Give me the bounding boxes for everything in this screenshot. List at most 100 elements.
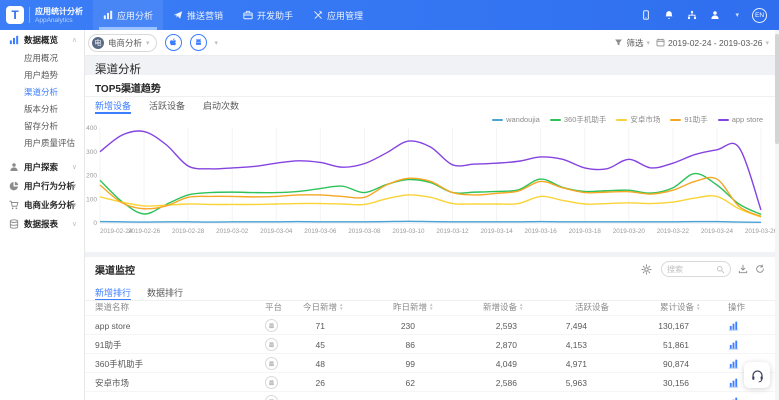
sidebar-item-用户趋势[interactable]: 用户趋势: [0, 66, 84, 83]
language-badge[interactable]: EN: [752, 8, 767, 23]
view-chart-button[interactable]: [728, 358, 739, 369]
cell-new_devices: 2,586: [437, 373, 517, 392]
top-nav-item[interactable]: 开发助手: [233, 0, 303, 30]
view-chart-button[interactable]: [728, 320, 739, 331]
sidebar-item-应用概况[interactable]: 应用概况: [0, 49, 84, 66]
sort-icon[interactable]: ▲▼: [519, 303, 523, 311]
app-selector-label: 电商分析: [108, 37, 142, 49]
trend-line-chart: 2019-02-242019-02-262019-02-282019-03-02…: [85, 115, 775, 250]
sidebar-group-电商业务分析[interactable]: 电商业务分析∨: [0, 195, 84, 214]
main-area: 电 电商分析 ▾ ▾ 筛选 ▾ 2019-02-24 - 2019-03-26 …: [85, 30, 779, 400]
support-headset-button[interactable]: [744, 362, 770, 388]
ios-filter-button[interactable]: [165, 34, 182, 51]
trend-tabs: 新增设备 活跃设备 启动次数: [95, 97, 239, 113]
top-nav-item[interactable]: 推送营销: [163, 0, 233, 30]
table-body: app store712302,5937,494130,16791助手45862…: [85, 315, 775, 400]
cell-active_devices: [507, 392, 587, 400]
sidebar-item-留存分析[interactable]: 留存分析: [0, 117, 84, 134]
sidebar-item-用户质量评估[interactable]: 用户质量评估: [0, 134, 84, 151]
sidebar-group-数据报表[interactable]: 数据报表∨: [0, 214, 84, 233]
pie-icon: [9, 181, 19, 191]
android-filter-button[interactable]: [190, 34, 207, 51]
sidebar-group-label: 电商业务分析: [24, 199, 75, 211]
monitor-card: 渠道监控 新增排行数据排行 渠道名称平台今日新增▲▼昨日新增▲▼新增设备▲▼活跃…: [85, 257, 775, 400]
user-icon: [9, 162, 19, 172]
chevron-down-icon: ▾: [735, 11, 739, 19]
sidebar-group-label: 用户探索: [24, 161, 58, 173]
tools-icon: [313, 10, 323, 20]
cell-name: 360手机助手: [95, 354, 245, 373]
sort-icon[interactable]: ▲▼: [696, 303, 700, 311]
sort-icon[interactable]: ▲▼: [429, 303, 433, 311]
table-row: [85, 391, 775, 400]
chevron-down-icon: ▾: [646, 39, 650, 47]
action-cell: [721, 392, 745, 400]
column-header-累计设备[interactable]: 累计设备▲▼: [660, 301, 700, 313]
svg-text:2019-03-06: 2019-03-06: [304, 228, 337, 235]
svg-text:2019-03-20: 2019-03-20: [613, 228, 646, 235]
refresh-icon[interactable]: [755, 264, 765, 274]
svg-text:200: 200: [86, 173, 97, 180]
action-cell: [721, 354, 745, 373]
apple-icon: [169, 38, 178, 47]
brand: T 应用统计分析 AppAnalytics: [0, 0, 85, 30]
sidebar-group-用户探索[interactable]: 用户探索 ∨: [0, 157, 84, 176]
chevron-down-icon: ∨: [72, 163, 77, 171]
svg-text:0: 0: [93, 220, 97, 227]
sidebar-item-渠道分析[interactable]: 渠道分析: [0, 83, 84, 100]
svg-text:400: 400: [86, 125, 97, 132]
view-chart-button[interactable]: [728, 396, 739, 400]
top-nav-label: 开发助手: [257, 9, 293, 22]
page-scrollbar[interactable]: [775, 30, 779, 400]
sort-icon[interactable]: ▲▼: [339, 303, 343, 311]
scrollbar-thumb[interactable]: [775, 34, 779, 144]
date-range-value: 2019-02-24 - 2019-03-26: [668, 38, 763, 48]
search-icon[interactable]: [716, 265, 725, 274]
chevron-down-icon[interactable]: ▾: [215, 39, 219, 47]
monitor-tabs: 新增排行数据排行: [95, 284, 183, 300]
cell-total_devices: 90,874: [605, 354, 689, 373]
sitemap-icon[interactable]: [687, 10, 697, 20]
cart-icon: [9, 200, 19, 210]
view-chart-button[interactable]: [728, 377, 739, 388]
sidebar-group-数据概览[interactable]: 数据概览∧: [0, 30, 84, 49]
column-header-昨日新增[interactable]: 昨日新增▲▼: [393, 301, 433, 313]
trend-tab-活跃设备[interactable]: 活跃设备: [149, 97, 185, 113]
cell-today: 71: [245, 316, 325, 335]
trend-tab-新增设备[interactable]: 新增设备: [95, 97, 131, 113]
filter-dropdown[interactable]: 筛选 ▾: [614, 37, 650, 49]
monitor-card-title: 渠道监控: [95, 262, 135, 277]
app-selector[interactable]: 电 电商分析 ▾: [88, 34, 157, 52]
product-logo: T: [6, 6, 24, 24]
top-nav-item[interactable]: 应用管理: [303, 0, 373, 30]
sidebar-group-用户行为分析[interactable]: 用户行为分析∨: [0, 176, 84, 195]
column-header-今日新增[interactable]: 今日新增▲▼: [303, 301, 343, 313]
user-icon[interactable]: [710, 10, 720, 20]
cell-yesterday: 99: [335, 354, 415, 373]
svg-text:2019-03-18: 2019-03-18: [569, 228, 602, 235]
bell-icon[interactable]: [664, 10, 674, 20]
cell-active_devices: 7,494: [507, 316, 587, 335]
cell-today: 48: [245, 354, 325, 373]
search-input[interactable]: [667, 265, 713, 274]
sidebar-item-版本分析[interactable]: 版本分析: [0, 100, 84, 117]
cell-new_devices: 2,593: [437, 316, 517, 335]
monitor-tab-新增排行[interactable]: 新增排行: [95, 284, 131, 300]
topbar-actions: ▾ EN: [641, 0, 779, 30]
date-range-picker[interactable]: 2019-02-24 - 2019-03-26 ▾: [656, 38, 769, 48]
download-icon[interactable]: [738, 264, 748, 274]
column-header-操作: 操作: [728, 301, 745, 313]
monitor-tab-数据排行[interactable]: 数据排行: [147, 284, 183, 300]
trend-tab-启动次数[interactable]: 启动次数: [203, 97, 239, 113]
svg-text:2019-03-24: 2019-03-24: [701, 228, 734, 235]
mobile-icon[interactable]: [641, 10, 651, 20]
table-row: 安卓市场26622,5865,96330,156: [85, 372, 775, 391]
top-nav-item[interactable]: 应用分析: [93, 0, 163, 30]
svg-text:2019-02-28: 2019-02-28: [172, 228, 205, 235]
cell-name: 安卓市场: [95, 373, 245, 392]
column-header-新增设备[interactable]: 新增设备▲▼: [483, 301, 523, 313]
column-header-渠道名称: 渠道名称: [95, 301, 129, 313]
cell-yesterday: 86: [335, 335, 415, 354]
gear-icon[interactable]: [638, 261, 654, 277]
view-chart-button[interactable]: [728, 339, 739, 350]
